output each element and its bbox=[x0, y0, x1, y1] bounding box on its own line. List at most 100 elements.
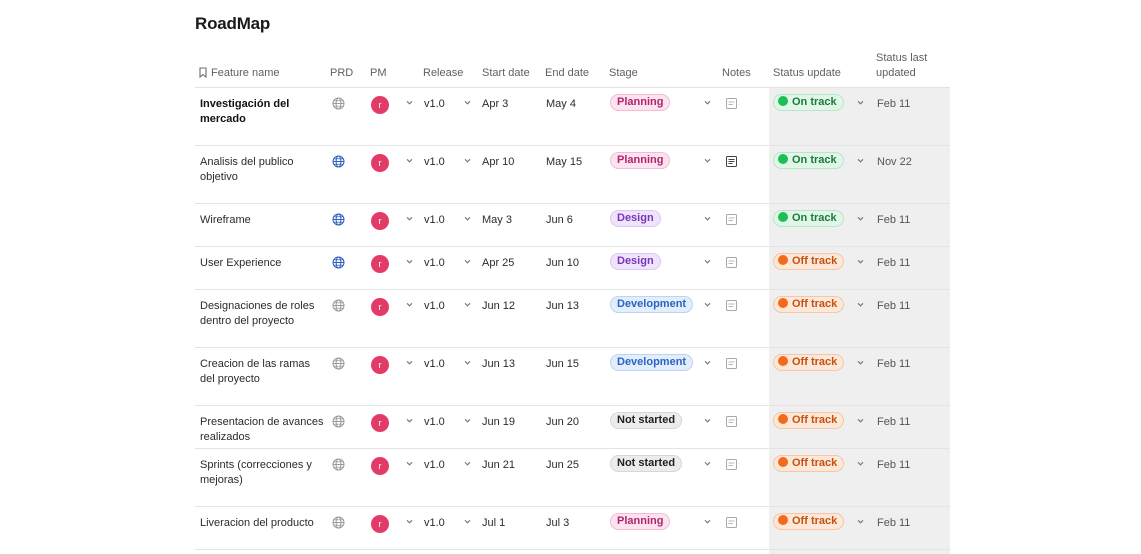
status-badge[interactable]: Off track bbox=[773, 296, 845, 313]
status-badge[interactable]: On track bbox=[773, 210, 844, 227]
pm-avatar[interactable]: r bbox=[371, 457, 389, 475]
feature-name[interactable]: User Experience bbox=[200, 256, 325, 271]
table-row[interactable]: User Experience r v1.0 Apr 25 Jun 10 Design Of… bbox=[195, 247, 950, 290]
globe-icon[interactable] bbox=[332, 357, 345, 370]
stage-badge[interactable]: Design bbox=[610, 253, 661, 270]
table-row[interactable]: Liveracion del producto r v1.0 Jul 1 Jul 3 Pl… bbox=[195, 507, 950, 550]
chevron-down-icon[interactable] bbox=[463, 300, 472, 309]
column-header-feature[interactable]: Feature name bbox=[198, 66, 279, 81]
globe-icon[interactable] bbox=[332, 256, 345, 269]
end-date[interactable]: May 15 bbox=[546, 155, 582, 170]
stage-badge[interactable]: Planning bbox=[610, 152, 671, 169]
end-date[interactable]: May 4 bbox=[546, 97, 576, 112]
notes-icon[interactable] bbox=[725, 256, 738, 269]
chevron-down-icon[interactable] bbox=[856, 358, 865, 367]
start-date[interactable]: Jun 19 bbox=[482, 415, 515, 430]
chevron-down-icon[interactable] bbox=[463, 416, 472, 425]
chevron-down-icon[interactable] bbox=[703, 517, 712, 526]
chevron-down-icon[interactable] bbox=[463, 98, 472, 107]
globe-icon[interactable] bbox=[332, 458, 345, 471]
pm-avatar[interactable]: r bbox=[371, 212, 389, 230]
chevron-down-icon[interactable] bbox=[405, 214, 414, 223]
end-date[interactable]: Jun 15 bbox=[546, 357, 579, 372]
notes-icon[interactable] bbox=[725, 357, 738, 370]
table-row[interactable]: Investigación del mercado r v1.0 Apr 3 May 4… bbox=[195, 88, 950, 146]
chevron-down-icon[interactable] bbox=[463, 214, 472, 223]
chevron-down-icon[interactable] bbox=[463, 517, 472, 526]
chevron-down-icon[interactable] bbox=[463, 459, 472, 468]
pm-avatar[interactable]: r bbox=[371, 515, 389, 533]
feature-name[interactable]: Presentacion de avances realizados bbox=[200, 415, 325, 445]
release-value[interactable]: v1.0 bbox=[424, 256, 445, 271]
stage-badge[interactable]: Development bbox=[610, 296, 694, 313]
table-row[interactable]: Analisis del publico objetivo r v1.0 Apr 10… bbox=[195, 146, 950, 204]
notes-icon[interactable] bbox=[725, 415, 738, 428]
chevron-down-icon[interactable] bbox=[856, 416, 865, 425]
release-value[interactable]: v1.0 bbox=[424, 357, 445, 372]
chevron-down-icon[interactable] bbox=[703, 358, 712, 367]
chevron-down-icon[interactable] bbox=[463, 358, 472, 367]
chevron-down-icon[interactable] bbox=[703, 98, 712, 107]
chevron-down-icon[interactable] bbox=[856, 156, 865, 165]
notes-icon[interactable] bbox=[725, 299, 738, 312]
chevron-down-icon[interactable] bbox=[856, 300, 865, 309]
feature-name[interactable]: Investigación del mercado bbox=[200, 97, 325, 127]
stage-badge[interactable]: Design bbox=[610, 210, 661, 227]
chevron-down-icon[interactable] bbox=[703, 459, 712, 468]
release-value[interactable]: v1.0 bbox=[424, 516, 445, 531]
status-badge[interactable]: Off track bbox=[773, 412, 845, 429]
end-date[interactable]: Jun 20 bbox=[546, 415, 579, 430]
chevron-down-icon[interactable] bbox=[405, 459, 414, 468]
table-row[interactable]: Sprints (correcciones y mejoras) r v1.0 Jun… bbox=[195, 449, 950, 507]
chevron-down-icon[interactable] bbox=[405, 156, 414, 165]
stage-badge[interactable]: Not started bbox=[610, 412, 683, 429]
chevron-down-icon[interactable] bbox=[405, 416, 414, 425]
chevron-down-icon[interactable] bbox=[703, 300, 712, 309]
chevron-down-icon[interactable] bbox=[405, 98, 414, 107]
start-date[interactable]: Apr 25 bbox=[482, 256, 514, 271]
column-header-release[interactable]: Release bbox=[423, 66, 463, 81]
globe-icon[interactable] bbox=[332, 299, 345, 312]
table-row[interactable]: Creacion de las ramas del proyecto r v1.0 J… bbox=[195, 348, 950, 406]
status-badge[interactable]: On track bbox=[773, 152, 844, 169]
globe-icon[interactable] bbox=[332, 213, 345, 226]
start-date[interactable]: Jul 1 bbox=[482, 516, 505, 531]
column-header-start-date[interactable]: Start date bbox=[482, 66, 530, 81]
notes-icon[interactable] bbox=[725, 213, 738, 226]
chevron-down-icon[interactable] bbox=[405, 257, 414, 266]
end-date[interactable]: Jul 3 bbox=[546, 516, 569, 531]
status-badge[interactable]: On track bbox=[773, 94, 844, 111]
feature-name[interactable]: Analisis del publico objetivo bbox=[200, 155, 325, 185]
chevron-down-icon[interactable] bbox=[856, 98, 865, 107]
chevron-down-icon[interactable] bbox=[856, 214, 865, 223]
status-badge[interactable]: Off track bbox=[773, 513, 845, 530]
notes-icon[interactable] bbox=[725, 458, 738, 471]
notes-icon[interactable] bbox=[725, 97, 738, 110]
notes-icon[interactable] bbox=[725, 155, 738, 168]
feature-name[interactable]: Designaciones de roles dentro del proyec… bbox=[200, 299, 325, 329]
pm-avatar[interactable]: r bbox=[371, 356, 389, 374]
status-badge[interactable]: Off track bbox=[773, 253, 845, 270]
end-date[interactable]: Jun 6 bbox=[546, 213, 573, 228]
feature-name[interactable]: Wireframe bbox=[200, 213, 325, 228]
release-value[interactable]: v1.0 bbox=[424, 458, 445, 473]
pm-avatar[interactable]: r bbox=[371, 154, 389, 172]
globe-icon[interactable] bbox=[332, 516, 345, 529]
release-value[interactable]: v1.0 bbox=[424, 415, 445, 430]
end-date[interactable]: Jun 25 bbox=[546, 458, 579, 473]
stage-badge[interactable]: Planning bbox=[610, 94, 671, 111]
chevron-down-icon[interactable] bbox=[405, 517, 414, 526]
column-header-end-date[interactable]: End date bbox=[545, 66, 589, 81]
release-value[interactable]: v1.0 bbox=[424, 299, 445, 314]
column-header-notes[interactable]: Notes bbox=[722, 66, 751, 81]
status-badge[interactable]: Off track bbox=[773, 455, 845, 472]
end-date[interactable]: Jun 13 bbox=[546, 299, 579, 314]
release-value[interactable]: v1.0 bbox=[424, 155, 445, 170]
chevron-down-icon[interactable] bbox=[405, 358, 414, 367]
chevron-down-icon[interactable] bbox=[703, 156, 712, 165]
stage-badge[interactable]: Not started bbox=[610, 455, 683, 472]
chevron-down-icon[interactable] bbox=[703, 416, 712, 425]
end-date[interactable]: Jun 10 bbox=[546, 256, 579, 271]
chevron-down-icon[interactable] bbox=[703, 257, 712, 266]
pm-avatar[interactable]: r bbox=[371, 414, 389, 432]
